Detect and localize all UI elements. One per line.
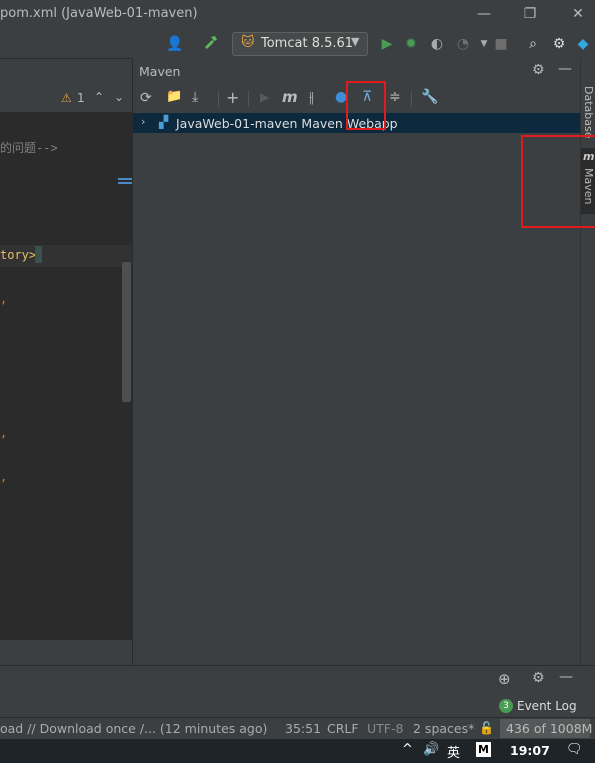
notification-icon[interactable]: 🗨 xyxy=(566,742,583,757)
profile-icon[interactable]: ◔ xyxy=(453,34,473,54)
build-hammer-icon[interactable] xyxy=(201,34,221,54)
system-taskbar: ^ 🔊 英 M 19:07 🗨 xyxy=(0,739,595,763)
reload-icon[interactable]: ⟳ xyxy=(140,90,152,106)
ime-indicator[interactable]: 英 xyxy=(447,742,460,761)
chevron-right-icon[interactable]: › xyxy=(141,115,145,128)
title-bar: pom.xml (JavaWeb-01-maven) — ❐ ✕ xyxy=(0,0,595,28)
problems-count[interactable]: 1 xyxy=(77,91,85,105)
fold-marker xyxy=(118,182,132,184)
status-bar: oad // Download once /... (12 minutes ag… xyxy=(0,717,595,740)
event-log-button[interactable]: Event Log xyxy=(517,699,577,713)
status-message[interactable]: oad // Download once /... (12 minutes ag… xyxy=(0,721,267,736)
maven-m-icon[interactable]: m xyxy=(282,88,298,106)
plugin-icon[interactable]: ◆ xyxy=(573,34,593,54)
separator xyxy=(248,91,249,107)
editor-footer xyxy=(0,640,132,666)
hide-panel-icon[interactable]: — xyxy=(558,61,572,77)
clock[interactable]: 19:07 xyxy=(510,743,550,758)
caret-position[interactable]: 35:51 xyxy=(285,721,321,736)
database-tab[interactable]: Database xyxy=(582,86,595,139)
line-separator[interactable]: CRLF xyxy=(327,721,359,736)
window-title: pom.xml (JavaWeb-01-maven) xyxy=(0,6,198,21)
code-comment-line: 的问题--> xyxy=(0,141,58,155)
user-icon[interactable]: 👤 xyxy=(165,34,185,54)
generate-sources-icon[interactable]: 📁 xyxy=(166,89,182,104)
code-fragment: , xyxy=(0,470,8,484)
event-log-count-badge: 3 xyxy=(499,699,513,713)
fold-marker xyxy=(118,178,132,180)
hide-panel-icon[interactable]: — xyxy=(559,669,573,685)
brace-match-marker xyxy=(35,246,42,263)
warning-icon: ⚠ xyxy=(61,91,72,105)
minimize-button[interactable]: — xyxy=(473,4,495,24)
maven-projects-tree: › ▞ JavaWeb-01-maven Maven Webapp xyxy=(133,112,580,665)
toggle-offline-icon[interactable]: ⫲ xyxy=(309,88,314,106)
indent-setting[interactable]: 2 spaces* xyxy=(413,721,474,736)
file-encoding[interactable]: UTF-8 xyxy=(367,721,403,736)
maven-project-icon: ▞ xyxy=(159,115,169,129)
run-config-select[interactable]: 🐱 Tomcat 8.5.61 ▼ xyxy=(232,32,368,56)
coverage-icon[interactable]: ◐ xyxy=(427,34,447,54)
lock-icon[interactable]: 🔓 xyxy=(479,721,494,735)
maven-settings-wrench-icon[interactable]: 🔧 xyxy=(421,89,438,105)
code-editor[interactable]: 的问题--> tory> , , , xyxy=(0,112,132,640)
stop-icon[interactable]: ■ xyxy=(491,34,511,54)
separator xyxy=(218,91,219,107)
download-icon[interactable]: ⤓ xyxy=(192,89,198,105)
close-button[interactable]: ✕ xyxy=(567,4,589,24)
code-tag-line: tory> xyxy=(0,248,37,262)
settings-gear-icon[interactable]: ⚙ xyxy=(532,62,545,78)
chevron-up-icon[interactable]: ⌃ xyxy=(94,90,104,104)
highlight-box xyxy=(521,135,595,228)
debug-icon[interactable]: ✹ xyxy=(401,34,421,54)
editor-scrollbar-thumb[interactable] xyxy=(122,262,131,402)
chevron-up-icon[interactable]: ^ xyxy=(402,742,413,757)
chevron-down-icon[interactable]: ⌄ xyxy=(114,90,124,104)
settings-gear-icon[interactable]: ⚙ xyxy=(532,670,545,686)
run-maven-icon[interactable]: ▶ xyxy=(260,90,269,104)
tomcat-icon: 🐱 xyxy=(241,35,255,50)
run-config-label: Tomcat 8.5.61 xyxy=(261,36,354,51)
maven-panel-title: Maven xyxy=(139,64,181,79)
target-icon[interactable]: ⊕ xyxy=(498,670,511,688)
code-fragment: , xyxy=(0,426,8,440)
restore-button[interactable]: ❐ xyxy=(519,4,541,24)
collapse-all-icon[interactable]: ≑ xyxy=(389,89,401,105)
editor-tab-strip: ⚠ 1 ⌃ ⌄ xyxy=(0,86,132,113)
tool-window-bar: 3 Event Log xyxy=(0,693,595,717)
settings-gear-icon[interactable]: ⚙ xyxy=(549,34,569,54)
search-icon[interactable]: ⌕ xyxy=(523,34,543,54)
add-icon[interactable]: + xyxy=(226,88,239,107)
chevron-down-icon: ▼ xyxy=(351,35,360,48)
separator xyxy=(411,91,412,107)
bottom-tool-row: ⊕ ⚙ — xyxy=(0,665,595,694)
volume-icon[interactable]: 🔊 xyxy=(423,742,439,757)
ime-mode-icon[interactable]: M xyxy=(476,742,491,757)
code-fragment: , xyxy=(0,292,8,306)
memory-usage: 436 of 1008M xyxy=(506,721,593,736)
run-icon[interactable]: ▶ xyxy=(377,34,397,54)
memory-indicator[interactable]: 436 of 1008M xyxy=(500,719,593,738)
highlight-box xyxy=(346,81,386,130)
